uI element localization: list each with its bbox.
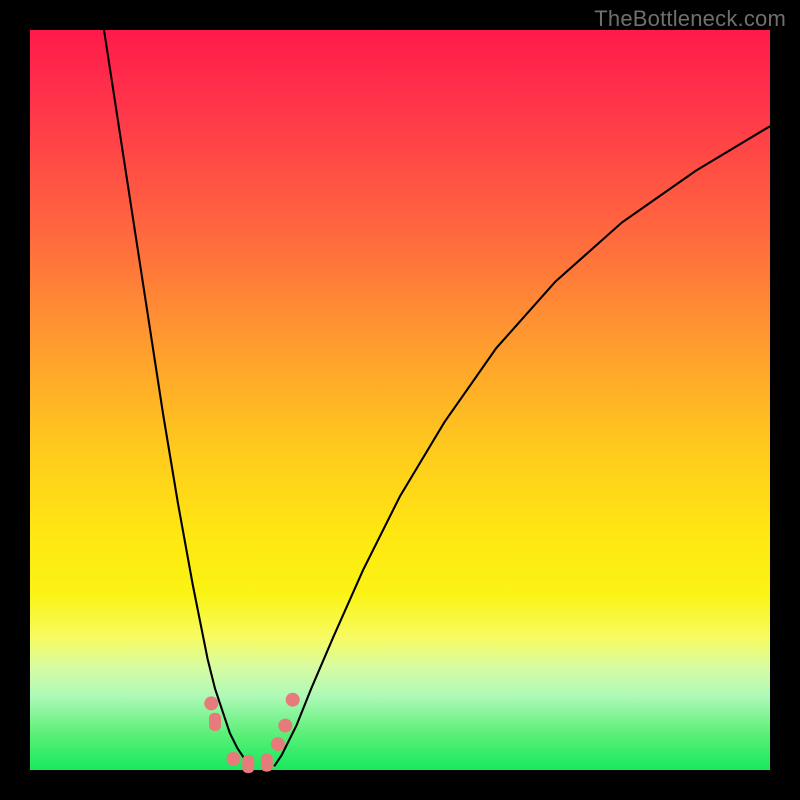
marker-point	[278, 719, 292, 733]
marker-point	[204, 696, 218, 710]
plot-area	[30, 30, 770, 770]
left-curve	[104, 30, 252, 766]
marker-point	[209, 713, 221, 731]
right-curve	[274, 126, 770, 766]
marker-point	[286, 693, 300, 707]
marker-group	[204, 693, 299, 773]
watermark-text: TheBottleneck.com	[594, 6, 786, 32]
marker-point	[271, 737, 285, 751]
chart-frame: TheBottleneck.com	[0, 0, 800, 800]
marker-point	[261, 754, 273, 772]
marker-point	[227, 752, 241, 766]
marker-point	[242, 755, 254, 773]
curve-svg	[30, 30, 770, 770]
